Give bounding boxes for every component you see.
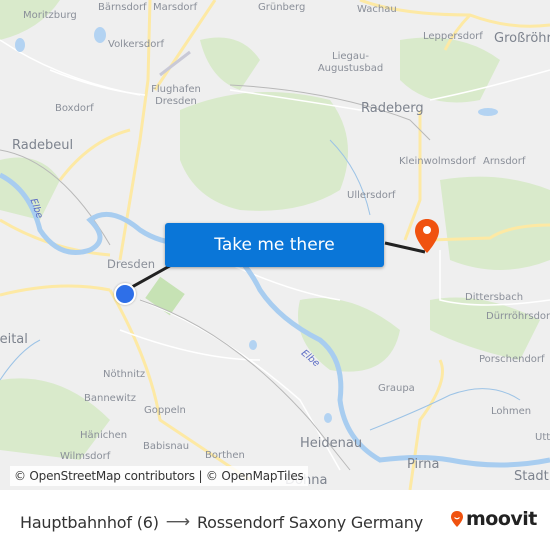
place-label: Flughafen Dresden — [151, 84, 201, 107]
place-label: Volkersdorf — [108, 39, 164, 50]
place-label: Boxdorf — [55, 103, 94, 114]
lake — [478, 108, 498, 116]
forest-area — [200, 37, 260, 90]
place-label: Freital — [0, 332, 28, 347]
place-label: Bärnsdorf — [98, 2, 147, 13]
destination-name: Rossendorf Saxony Germany — [196, 512, 423, 532]
place-label: Leppersdorf — [423, 31, 483, 42]
moovit-logo[interactable]: moovit — [450, 508, 537, 530]
place-label: Moritzburg — [23, 10, 77, 21]
forest-area — [0, 157, 60, 220]
place-label: Radeberg — [361, 101, 424, 116]
forest-area — [180, 92, 348, 211]
place-label: Arnsdorf — [483, 156, 526, 167]
origin-marker[interactable] — [114, 283, 136, 305]
place-label: Graupa — [378, 383, 415, 394]
lake — [15, 38, 25, 52]
destination-pin-icon[interactable] — [414, 218, 440, 254]
place-label: Heidenau — [300, 436, 363, 451]
place-label: Goppeln — [144, 405, 186, 416]
place-label: Stadt — [514, 469, 549, 484]
moovit-wordmark: moovit — [466, 508, 537, 530]
map[interactable]: Moritzburg Bärnsdorf Marsdorf Grünberg W… — [0, 0, 550, 490]
place-label: Lohmen — [491, 406, 532, 417]
map-attribution[interactable]: © OpenStreetMap contributors | © OpenMap… — [10, 466, 308, 486]
place-label: Nöthnitz — [103, 369, 146, 380]
place-label: Pirna — [407, 457, 440, 472]
place-label: Porschendorf — [479, 354, 545, 365]
forest-area — [440, 176, 550, 270]
place-label: Hänichen — [80, 430, 128, 441]
place-label: Großröhrsdorf — [494, 31, 550, 46]
lake — [94, 27, 106, 43]
forest-area — [0, 378, 110, 460]
railway — [159, 50, 191, 77]
place-label: Liegau-Augustusbad — [317, 51, 384, 74]
place-label: Babisnau — [143, 441, 190, 452]
road — [0, 284, 111, 297]
place-label: Utte — [535, 432, 550, 443]
take-me-there-button[interactable]: Take me there — [165, 223, 384, 267]
moovit-pin-icon — [451, 511, 463, 527]
place-label: Kleinwolmsdorf — [399, 156, 476, 167]
place-label: Borthen — [205, 450, 245, 461]
forest-area — [430, 297, 540, 360]
route-title: Hauptbahnhof (6) ⟶ Rossendorf Saxony Ger… — [20, 512, 423, 532]
arrow-right-icon: ⟶ — [165, 512, 190, 532]
origin-name: Hauptbahnhof (6) — [20, 512, 159, 532]
place-label: Wachau — [357, 4, 397, 15]
place-label: Dittersbach — [465, 292, 524, 303]
lake — [249, 340, 257, 350]
place-label: Marsdorf — [153, 2, 198, 13]
place-label: Dresden — [107, 257, 156, 271]
place-label: Grünberg — [258, 2, 306, 13]
place-label: Bannewitz — [84, 393, 136, 404]
place-label: Ullersdorf — [347, 190, 396, 201]
lake — [324, 413, 332, 423]
forest-area — [400, 37, 500, 103]
place-label: Dürrröhrsdorf — [486, 311, 550, 322]
place-label: Radebeul — [12, 138, 74, 153]
place-label: Wilmsdorf — [60, 451, 111, 462]
